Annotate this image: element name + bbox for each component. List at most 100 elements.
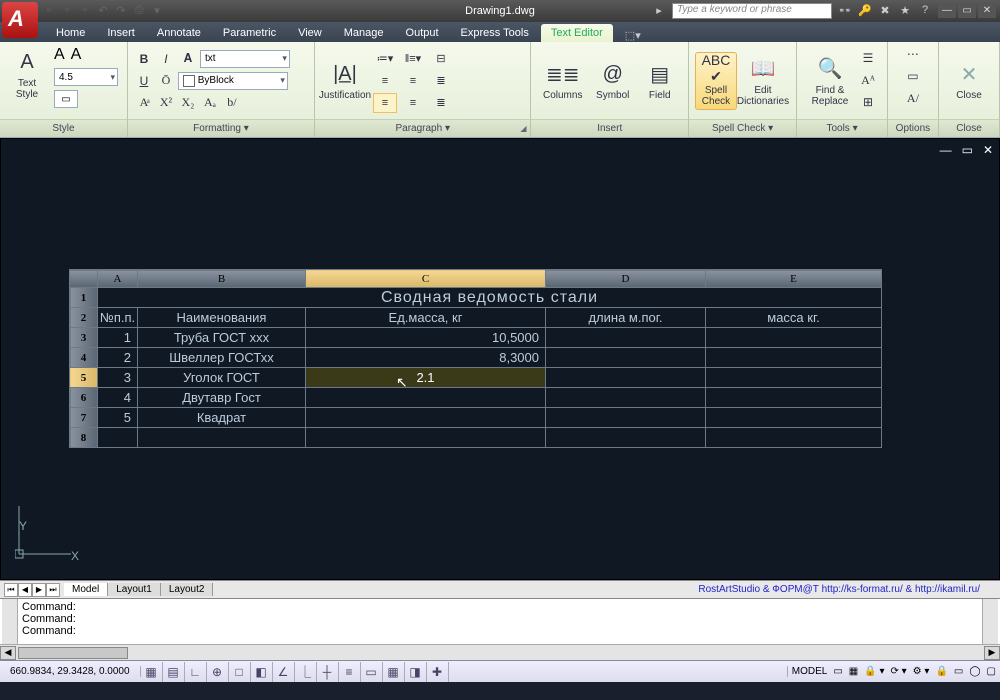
ann-vis-button[interactable]: ⟳ ▾ xyxy=(890,666,906,677)
cell-b5[interactable]: Уголок ГОСТ xyxy=(138,368,306,388)
3dosnap-button[interactable]: ◧ xyxy=(251,662,273,682)
cell-b7[interactable]: Квадрат xyxy=(138,408,306,428)
opt3-button[interactable]: A/ xyxy=(903,88,923,108)
doc-close-button[interactable]: ✕ xyxy=(983,143,993,157)
new-icon[interactable]: ▫ xyxy=(42,4,56,18)
minimize-button[interactable]: ― xyxy=(938,4,956,18)
panel-options-label[interactable]: Options xyxy=(888,119,938,137)
cell-c4[interactable]: 8,3000 xyxy=(306,348,546,368)
col-header-d[interactable]: D xyxy=(546,270,706,288)
hardware-accel-button[interactable]: ▭ xyxy=(954,666,963,677)
tab-text-editor[interactable]: Text Editor xyxy=(541,24,613,42)
layout-last-button[interactable]: ⏭ xyxy=(46,583,60,597)
cell-a8[interactable] xyxy=(98,428,138,448)
cell-e7[interactable] xyxy=(706,408,882,428)
bullets-button[interactable]: ≔▾ xyxy=(373,49,397,69)
lowercase-button[interactable]: X² xyxy=(156,93,176,113)
tab-manage[interactable]: Manage xyxy=(334,24,394,42)
row-header-8[interactable]: 8 xyxy=(70,428,98,448)
cell-b2[interactable]: Наименования xyxy=(138,308,306,328)
layout-prev-button[interactable]: ◀ xyxy=(18,583,32,597)
save-icon[interactable]: ▫ xyxy=(78,4,92,18)
open-icon[interactable]: ▫ xyxy=(60,4,74,18)
exchange-icon[interactable]: ✖ xyxy=(878,4,892,18)
row-header-2[interactable]: 2 xyxy=(70,308,98,328)
cell-d4[interactable] xyxy=(546,348,706,368)
qat-more-icon[interactable]: ▾ xyxy=(150,4,164,18)
cell-e2[interactable]: масса кг. xyxy=(706,308,882,328)
align-left-button[interactable]: ≡ xyxy=(373,71,397,91)
tab-home[interactable]: Home xyxy=(46,24,95,42)
align-center-button[interactable]: ≡ xyxy=(373,93,397,113)
horizontal-scrollbar[interactable]: ◀ ▶ xyxy=(0,644,1000,660)
doc-restore-button[interactable]: ▭ xyxy=(962,143,973,157)
cell-e4[interactable] xyxy=(706,348,882,368)
cell-b6[interactable]: Двутавр Гост xyxy=(138,388,306,408)
row-header-5[interactable]: 5 xyxy=(70,368,98,388)
autocaps-button[interactable]: Aᴬ xyxy=(858,71,878,91)
symbol-button[interactable]: @Symbol xyxy=(589,58,637,103)
distribute-button[interactable]: ≣ xyxy=(429,71,453,91)
undo-icon[interactable]: ↶ xyxy=(96,4,110,18)
color-dropdown[interactable]: ByBlock xyxy=(178,72,288,90)
cell-d7[interactable] xyxy=(546,408,706,428)
line-spacing-button[interactable]: ‖≡▾ xyxy=(401,49,425,69)
grid-button[interactable]: ▤ xyxy=(163,662,185,682)
align-right-button[interactable]: ≡ xyxy=(401,71,425,91)
ann-scale-button[interactable]: 🔒 ▾ xyxy=(864,666,884,677)
field-button[interactable]: ▤Field xyxy=(639,58,681,103)
binoculars-icon[interactable]: 👓 xyxy=(838,4,852,18)
am-button[interactable]: ✚ xyxy=(427,662,449,682)
cell-c6[interactable] xyxy=(306,388,546,408)
mask-button[interactable]: ▭ xyxy=(54,90,78,108)
layout-first-button[interactable]: ⏮ xyxy=(4,583,18,597)
char-set-button[interactable]: ⊞ xyxy=(858,93,878,113)
ruler-button[interactable]: ▭ xyxy=(903,66,923,86)
command-window[interactable]: Command: Command: Command: xyxy=(0,598,1000,644)
cell-d3[interactable] xyxy=(546,328,706,348)
tab-parametric[interactable]: Parametric xyxy=(213,24,286,42)
annotative-icon[interactable]: A xyxy=(54,46,65,64)
find-replace-button[interactable]: 🔍Find & Replace xyxy=(806,53,854,109)
font-size-dropdown[interactable]: 4.5 xyxy=(54,68,118,86)
drawing-canvas[interactable]: ― ▭ ✕ A B C D E 1 Сводная ведомость стал… xyxy=(0,138,1000,580)
font-icon[interactable]: 𝐀 xyxy=(178,49,198,69)
panel-spellcheck-label[interactable]: Spell Check ▾ xyxy=(689,119,796,137)
polar-button[interactable]: ⊕ xyxy=(207,662,229,682)
corner-cell[interactable] xyxy=(70,270,98,288)
tpy-button[interactable]: ▭ xyxy=(361,662,383,682)
close-editor-button[interactable]: ✕Close xyxy=(945,58,993,103)
print-icon[interactable]: ⎙ xyxy=(132,4,146,18)
cell-c7[interactable] xyxy=(306,408,546,428)
clean-screen-button[interactable]: ▢ xyxy=(987,666,996,677)
cell-d5[interactable] xyxy=(546,368,706,388)
cell-b4[interactable]: Швеллер ГОСТхх xyxy=(138,348,306,368)
layout-next-button[interactable]: ▶ xyxy=(32,583,46,597)
numbering-button[interactable]: ≣ xyxy=(429,93,453,113)
cell-c5-editing[interactable]: 2.1 xyxy=(306,368,546,388)
workspace-button[interactable]: ⚙ ▾ xyxy=(913,666,930,677)
cell-e3[interactable] xyxy=(706,328,882,348)
lwt-button[interactable]: ≡ xyxy=(339,662,361,682)
col-header-e[interactable]: E xyxy=(706,270,882,288)
indent-button[interactable]: ⊟ xyxy=(429,49,453,69)
cmd-scrollbar[interactable] xyxy=(982,599,998,644)
italic-button[interactable]: I xyxy=(156,49,176,69)
layout-tab-model[interactable]: Model xyxy=(64,583,108,596)
cell-a3[interactable]: 1 xyxy=(98,328,138,348)
ortho-button[interactable]: ∟ xyxy=(185,662,207,682)
col-header-b[interactable]: B xyxy=(138,270,306,288)
columns-button[interactable]: ≣≣Columns xyxy=(539,58,587,103)
panel-paragraph-label[interactable]: Paragraph ▾◢ xyxy=(315,119,531,137)
coordinates-readout[interactable]: 660.9834, 29.3428, 0.0000 xyxy=(0,666,141,677)
cell-e5[interactable] xyxy=(706,368,882,388)
cell-c2[interactable]: Ед.масса, кг xyxy=(306,308,546,328)
panel-formatting-label[interactable]: Formatting ▾ xyxy=(128,119,314,137)
favorite-icon[interactable]: ★ xyxy=(898,4,912,18)
bold-button[interactable]: B xyxy=(134,49,154,69)
cell-a6[interactable]: 4 xyxy=(98,388,138,408)
help-search-input[interactable]: Type a keyword or phrase xyxy=(672,3,832,19)
maximize-button[interactable]: ▭ xyxy=(958,4,976,18)
osnap-button[interactable]: □ xyxy=(229,662,251,682)
cell-c3[interactable]: 10,5000 xyxy=(306,328,546,348)
